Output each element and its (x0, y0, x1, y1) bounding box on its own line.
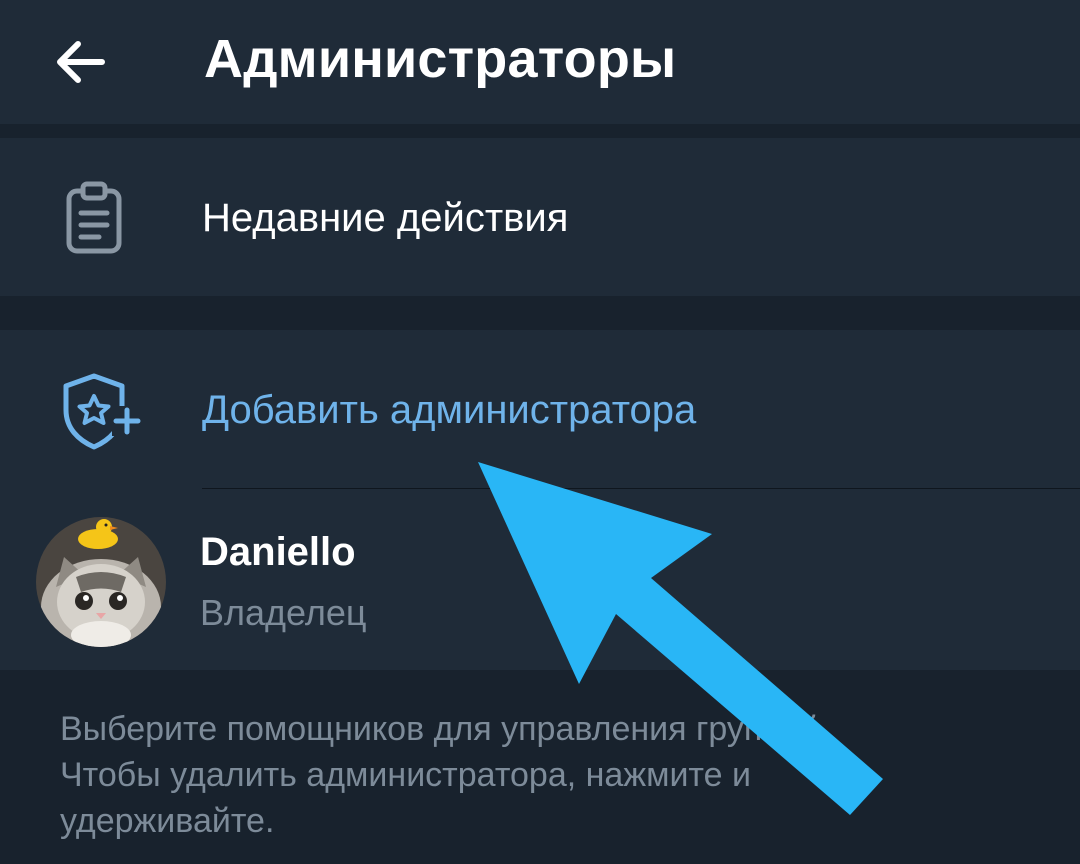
app-header: Администраторы (0, 0, 1080, 124)
admin-list-item[interactable]: Daniello Владелец (0, 490, 1080, 670)
clipboard-list-icon (62, 178, 126, 258)
admin-role: Владелец (200, 592, 367, 633)
page-title: Администраторы (204, 29, 677, 89)
footer-line: Выберите помощников для управления групп… (60, 710, 829, 748)
footer-hint: Выберите помощников для управления групп… (60, 706, 1040, 844)
divider (202, 488, 1080, 489)
avatar (36, 517, 166, 647)
shield-star-plus-icon (58, 370, 144, 452)
add-admin-row[interactable]: Добавить администратора (0, 330, 1080, 488)
back-button[interactable] (40, 22, 120, 102)
recent-actions-row[interactable]: Недавние действия (0, 138, 1080, 296)
footer-line: Чтобы удалить администратора, нажмите и (60, 756, 751, 794)
admins-section: Добавить администратора Daniello Владеле… (0, 330, 1080, 670)
arrow-left-icon (57, 41, 105, 83)
footer-line: удерживайте. (60, 802, 275, 840)
recent-actions-label: Недавние действия (202, 196, 569, 240)
add-admin-label: Добавить администратора (202, 388, 697, 432)
admin-name: Daniello (200, 530, 356, 574)
